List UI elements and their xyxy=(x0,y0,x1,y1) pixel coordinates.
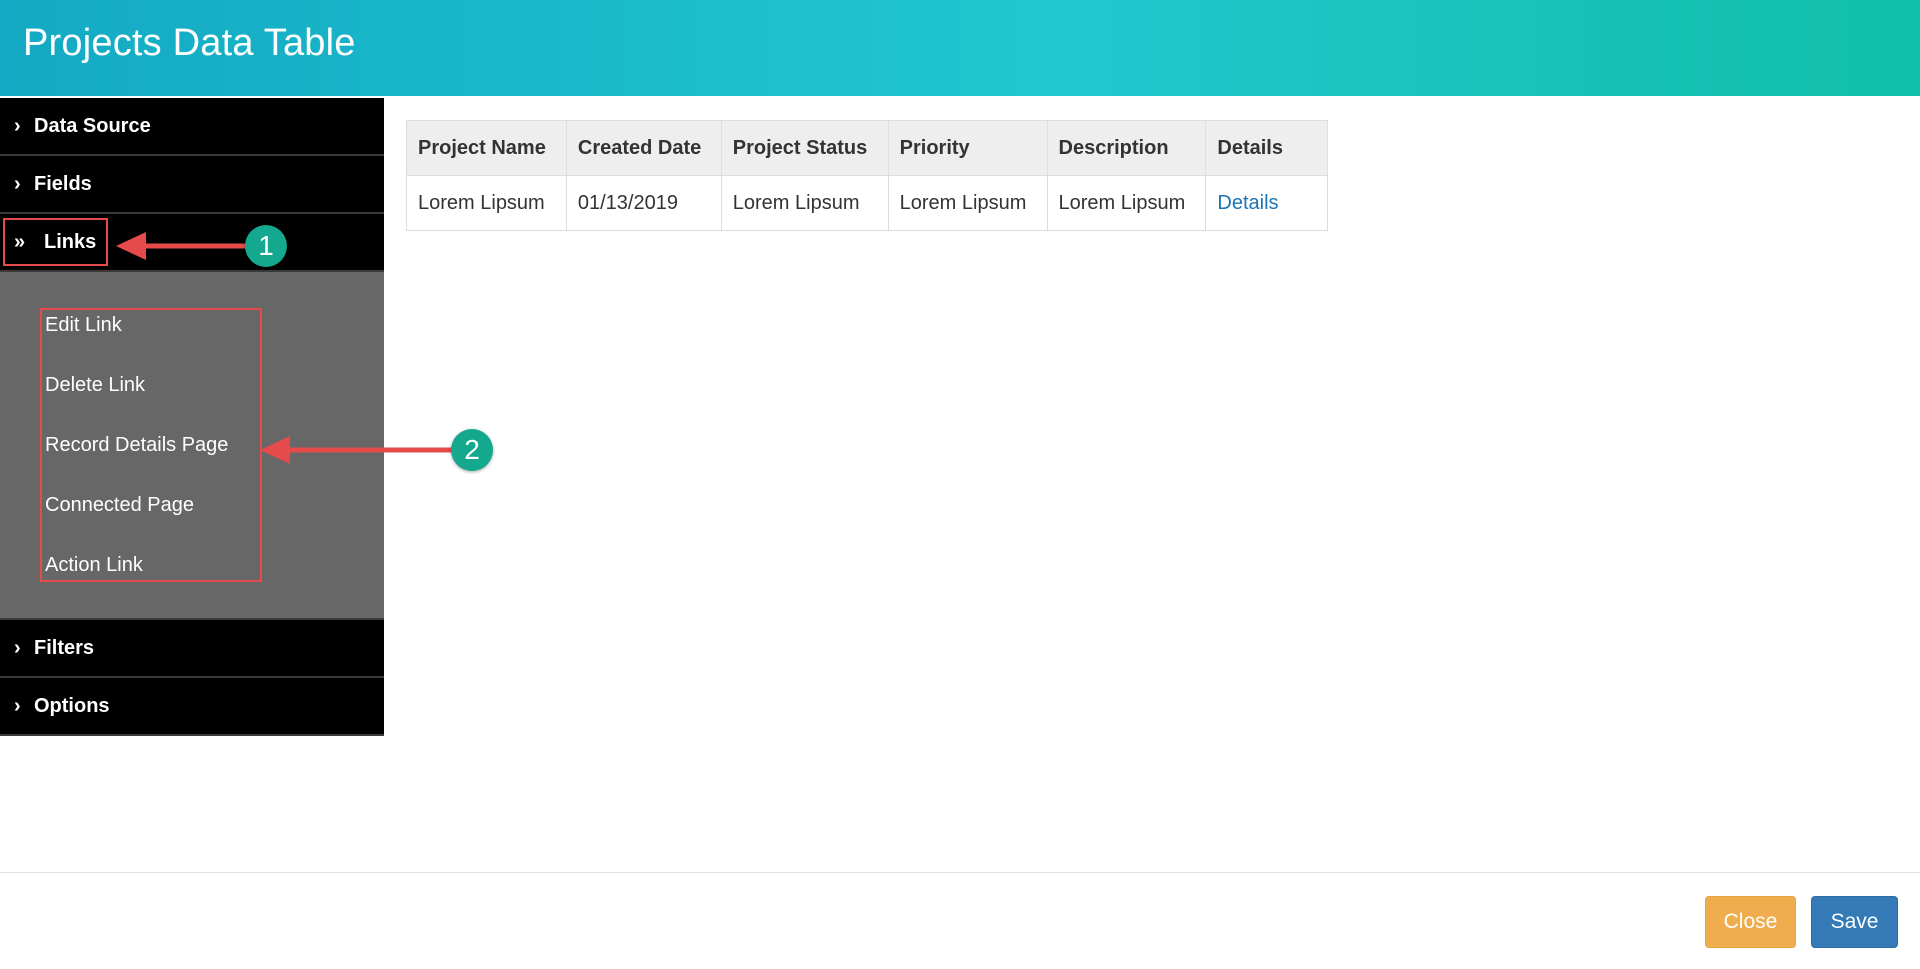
table-cell: Lorem Lipsum xyxy=(406,175,567,231)
submenu-item-record-details-page[interactable]: Record Details Page xyxy=(45,434,228,457)
column-header-details[interactable]: Details xyxy=(1205,120,1328,176)
save-button[interactable]: Save xyxy=(1811,896,1898,948)
footer-divider xyxy=(0,872,1920,873)
sidebar-section-fields[interactable]: › Fields xyxy=(0,156,384,214)
modal-header: Projects Data Table xyxy=(0,0,1920,96)
sidebar-section-label: Fields xyxy=(34,172,92,195)
projects-table: Project Name Created Date Project Status… xyxy=(406,120,1328,231)
table-cell: Details xyxy=(1205,175,1328,231)
chevron-right-icon: › xyxy=(14,114,21,137)
table-header-row: Project Name Created Date Project Status… xyxy=(406,120,1328,176)
submenu-item-edit-link[interactable]: Edit Link xyxy=(45,314,122,337)
annotation-badge-2: 2 xyxy=(451,429,493,471)
table-cell: Lorem Lipsum xyxy=(1046,175,1207,231)
column-header-created-date[interactable]: Created Date xyxy=(565,120,722,176)
sidebar-section-label: Data Source xyxy=(34,114,151,137)
annotation-arrow-2 xyxy=(260,436,456,464)
submenu-item-delete-link[interactable]: Delete Link xyxy=(45,374,145,397)
sidebar: › Data Source › Fields » Links Edit Link… xyxy=(0,98,384,736)
table-row: Lorem Lipsum 01/13/2019 Lorem Lipsum Lor… xyxy=(406,175,1328,231)
column-header-priority[interactable]: Priority xyxy=(887,120,1048,176)
annotation-arrow-1 xyxy=(116,232,252,260)
submenu-item-connected-page[interactable]: Connected Page xyxy=(45,494,194,517)
submenu-item-action-link[interactable]: Action Link xyxy=(45,554,143,577)
sidebar-section-filters[interactable]: › Filters xyxy=(0,620,384,678)
table-cell: Lorem Lipsum xyxy=(887,175,1048,231)
chevron-right-icon: › xyxy=(14,636,21,659)
column-header-project-name[interactable]: Project Name xyxy=(406,120,567,176)
table-cell: Lorem Lipsum xyxy=(720,175,889,231)
sidebar-section-label: Filters xyxy=(34,636,95,659)
table-cell: 01/13/2019 xyxy=(565,175,722,231)
annotation-badge-1: 1 xyxy=(245,225,287,267)
links-highlight-box xyxy=(3,218,108,266)
sidebar-section-data-source[interactable]: › Data Source xyxy=(0,98,384,156)
chevron-right-icon: › xyxy=(14,694,21,717)
page-title: Projects Data Table xyxy=(23,22,356,64)
chevron-right-icon: › xyxy=(14,172,21,195)
details-link[interactable]: Details xyxy=(1217,192,1278,214)
column-header-project-status[interactable]: Project Status xyxy=(720,120,889,176)
sidebar-section-options[interactable]: › Options xyxy=(0,678,384,736)
sidebar-section-label: Options xyxy=(34,694,110,717)
close-button[interactable]: Close xyxy=(1705,896,1796,948)
column-header-description[interactable]: Description xyxy=(1046,120,1207,176)
